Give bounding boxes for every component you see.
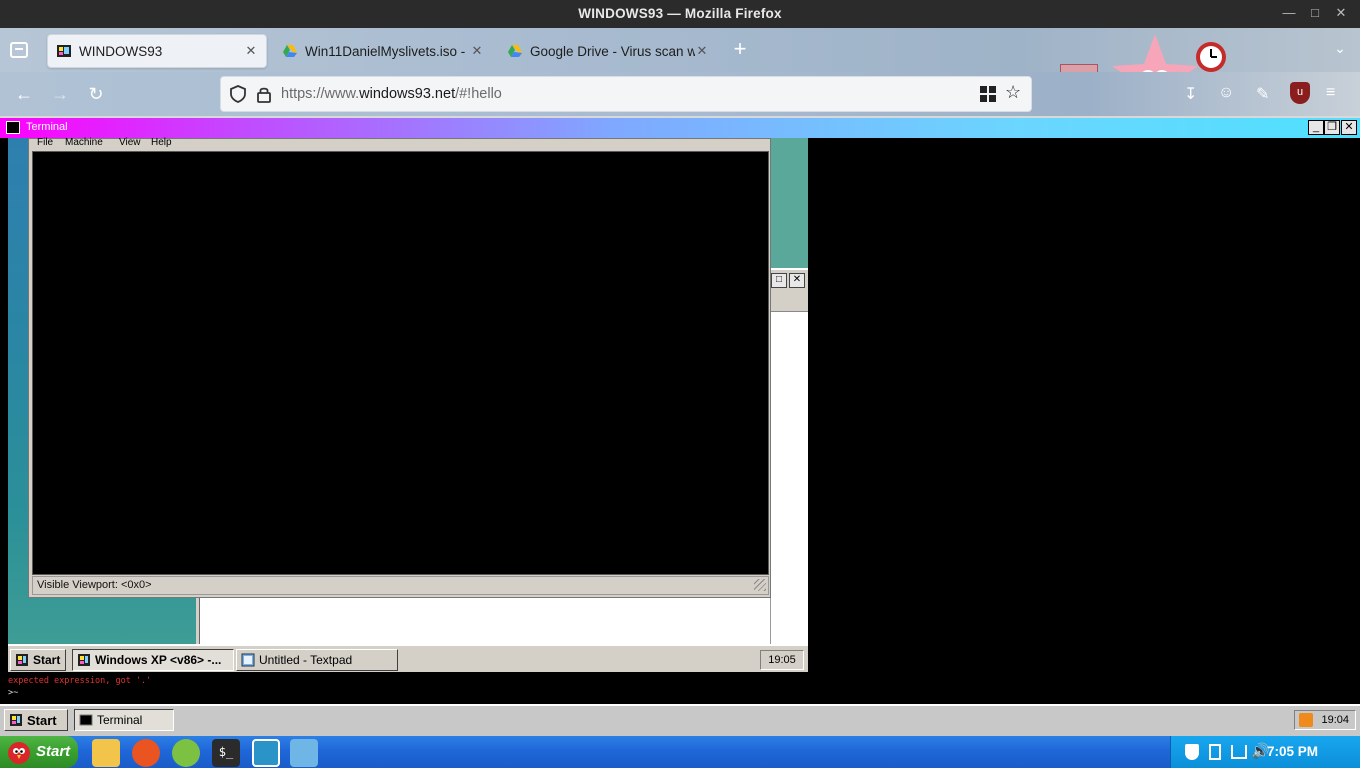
lock-icon[interactable] [255,85,273,103]
windows93-logo-icon [78,654,90,666]
tab-label: Google Drive - Virus scan w [530,43,695,59]
window-title: WINDOWS93 — Mozilla Firefox [578,6,782,21]
resize-grip-icon[interactable] [754,579,766,591]
terminal-error-line: expected expression, got '.' [8,676,152,686]
xp-menu-bar: File Machine View Help [29,137,770,151]
terminal-titlebar[interactable]: Terminal _ ❐ ✕ [0,116,1360,138]
google-drive-icon [283,45,297,57]
xp-inner-taskbar: Start Windows XP <v86> -... Untitled - T… [8,644,808,672]
bookmark-star-icon[interactable]: ☆ [1005,82,1023,102]
windows-xp-v86-window[interactable]: File Machine View Help Visible Viewport:… [28,137,771,598]
forward-button[interactable]: → [48,82,72,106]
firefox-icon[interactable] [132,739,160,767]
start-label: Start [33,653,61,667]
extensions-icon[interactable]: ✎ [1256,84,1276,104]
close-icon[interactable]: ✕ [1332,4,1350,22]
tab-overview-icon[interactable] [10,42,28,58]
menu-view[interactable]: View [119,137,141,148]
textpad-titlebar[interactable]: □ ✕ [770,270,808,312]
tab-label: Win11DanielMyslivets.iso - [305,43,466,59]
list-all-tabs-icon[interactable]: ⌄ [1330,40,1350,60]
task-label: Windows XP <v86> -... [95,653,222,667]
terminal-prompt[interactable]: >~ [8,687,151,699]
rss-icon[interactable] [1299,713,1313,727]
minimize-icon[interactable]: — [1280,4,1298,22]
inner-start-button[interactable]: Start [10,649,66,671]
apps-grid-icon[interactable] [979,85,997,103]
windows-nt-icon[interactable] [290,739,318,767]
navigation-bar: ← → ↻ https://www.windows93.net/#!hello … [0,72,1360,116]
textpad-window[interactable] [770,270,808,644]
maximize-icon[interactable]: □ [1306,4,1324,22]
terminal-app-icon [6,121,20,134]
inner-clock: 19:05 [760,650,804,670]
angry-bird-icon [8,742,30,764]
tab-label: WINDOWS93 [79,43,163,59]
back-button[interactable]: ← [12,82,36,106]
terminal-minimize-button[interactable]: _ [1308,120,1324,135]
new-tab-button[interactable]: + [730,38,750,62]
tab-close-icon[interactable]: ✕ [695,43,709,59]
waveform-app-icon[interactable] [252,739,280,767]
task-label: Untitled - Textpad [259,653,353,667]
network-tray-icon[interactable] [1231,745,1247,759]
status-bar: Visible Viewport: <0x0> [32,576,769,595]
start-label: Start [27,712,57,728]
window-titlebar: WINDOWS93 — Mozilla Firefox — □ ✕ [0,0,1360,28]
url-bar[interactable]: https://www.windows93.net/#!hello ☆ [220,76,1032,112]
terminal-launcher-icon[interactable]: $_ [212,739,240,767]
viewport-status-text: Visible Viewport: <0x0> [37,579,152,591]
task-windows-xp[interactable]: Windows XP <v86> -... [72,649,234,671]
menu-machine[interactable]: Machine [65,137,103,148]
windows93-favicon-icon [57,45,71,57]
tab-bar: WINDOWS93 ✕ Win11DanielMyslivets.iso - ✕… [0,28,1360,116]
menu-icon[interactable]: ≡ [1326,84,1346,104]
url-text[interactable]: https://www.windows93.net/#!hello [281,86,502,102]
tab-iso-download[interactable]: Win11DanielMyslivets.iso - ✕ [274,34,492,68]
terminal-restore-button[interactable]: ❐ [1324,120,1340,135]
reload-button[interactable]: ↻ [84,82,108,106]
windows93-logo-icon [16,654,28,666]
textpad-close-button[interactable]: ✕ [789,273,805,288]
task-terminal[interactable]: Terminal [74,709,174,731]
terminal-title: Terminal [26,121,68,133]
tab-close-icon[interactable]: ✕ [244,43,258,59]
google-drive-icon [508,45,522,57]
windows93-taskbar: Start Terminal 19:04 [0,704,1360,736]
menu-help[interactable]: Help [151,137,172,148]
tab-close-icon[interactable]: ✕ [470,43,484,59]
task-textpad[interactable]: Untitled - Textpad [236,649,398,671]
tab-google-drive[interactable]: Google Drive - Virus scan w ✕ [499,34,717,68]
host-clock: 7:05 PM [1267,744,1319,759]
host-start-button[interactable]: Start [0,736,78,768]
alarm-clock-decoration-icon [1196,42,1226,72]
w93-clock-text: 19:04 [1321,714,1349,726]
v86-screen[interactable] [32,151,769,575]
downloads-icon[interactable]: ↧ [1184,84,1204,104]
shield-icon[interactable] [229,85,247,103]
tab-windows93[interactable]: WINDOWS93 ✕ [47,34,267,68]
terminal-close-button[interactable]: ✕ [1341,120,1357,135]
textpad-icon [241,653,255,667]
w93-clock: 19:04 [1294,710,1356,730]
shield-tray-icon[interactable] [1185,744,1199,760]
textpad-maximize-button[interactable]: □ [771,273,787,288]
windows93-logo-icon [10,714,22,726]
textpad-edge [196,598,200,644]
system-tray: 🔊 7:05 PM [1170,736,1360,768]
task-label: Terminal [97,713,143,727]
w93-start-button[interactable]: Start [4,709,68,731]
terminal-app-icon [79,714,93,726]
xp-desktop-background-strip [770,138,808,268]
ublock-icon[interactable]: u [1290,82,1310,104]
app-grid-launcher-icon[interactable] [172,739,200,767]
host-start-label: Start [36,743,71,760]
files-folder-icon[interactable] [92,739,120,767]
host-taskbar: Start $_ 🔊 7:05 PM [0,736,1360,768]
account-icon[interactable]: ☺ [1218,84,1238,104]
menu-file[interactable]: File [37,137,53,148]
terminal-output: expected expression, got '.' >~ [8,675,151,699]
clipboard-tray-icon[interactable] [1209,744,1221,760]
